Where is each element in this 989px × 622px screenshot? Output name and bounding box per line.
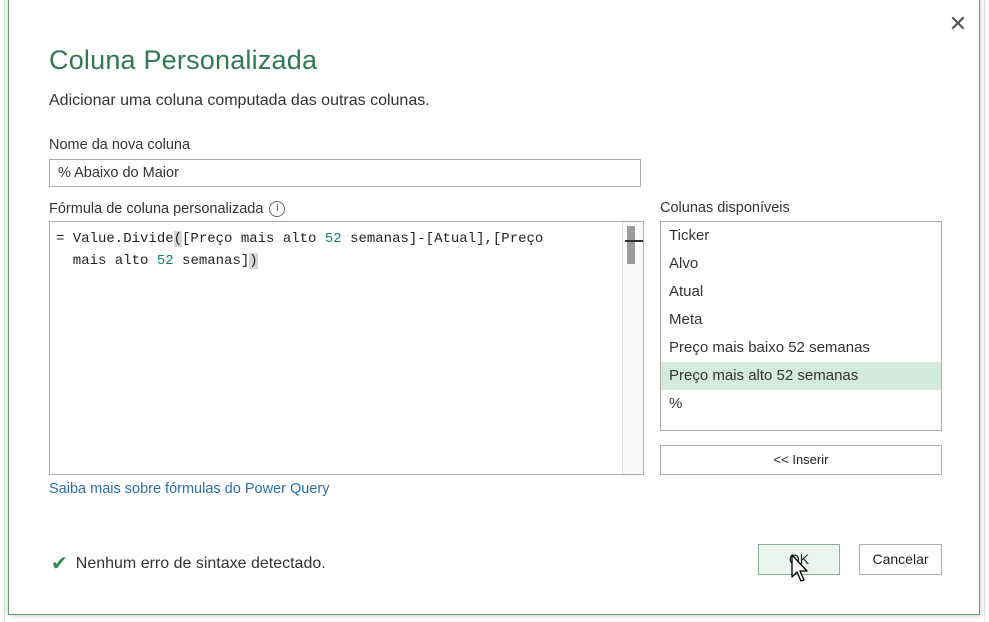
close-icon: ✕ [948,11,968,36]
available-columns-list[interactable]: Ticker Alvo Atual Meta Preço mais baixo … [660,221,942,431]
custom-column-dialog: ✕ Coluna Personalizada Adicionar uma col… [8,0,980,615]
list-item[interactable]: Meta [661,306,941,334]
dialog-title: Coluna Personalizada [49,45,318,75]
mouse-pointer-icon [791,554,808,582]
formula-label-row: Fórmula de coluna personalizada i [49,201,286,218]
list-item[interactable]: Preço mais baixo 52 semanas [661,334,941,362]
name-field-label: Nome da nova coluna [49,137,191,153]
formula-editor[interactable]: = Value.Divide([Preço mais alto 52 seman… [49,221,644,475]
available-columns-label: Colunas disponíveis [660,200,790,216]
grid-line [4,0,5,622]
list-item[interactable]: Alvo [661,250,941,278]
info-icon[interactable]: i [269,201,286,218]
status-text: Nenhum erro de sintaxe detectado. [75,555,326,572]
grid-line [984,0,985,622]
formula-label: Fórmula de coluna personalizada [49,201,264,217]
formula-scrollbar[interactable] [622,222,643,474]
check-icon: ✔ [51,553,68,575]
list-item-selected[interactable]: Preço mais alto 52 semanas [661,362,941,390]
learn-more-link[interactable]: Saiba mais sobre fórmulas do Power Query [49,481,329,497]
dialog-subtitle: Adicionar uma coluna computada das outra… [49,92,430,109]
syntax-status: ✔ Nenhum erro de sintaxe detectado. [51,551,326,576]
close-button[interactable]: ✕ [947,13,969,35]
list-item[interactable]: Atual [661,278,941,306]
column-name-input[interactable] [49,159,641,187]
insert-button[interactable]: << Inserir [660,445,942,475]
text-cursor-marker [625,240,643,242]
list-item[interactable]: % [661,390,941,418]
bracket-match: ) [249,253,258,269]
cancel-button[interactable]: Cancelar [859,544,942,575]
list-item[interactable]: Ticker [661,222,941,250]
formula-text[interactable]: = Value.Divide([Preço mais alto 52 seman… [56,228,616,272]
scrollbar-thumb[interactable] [627,226,635,264]
bracket-match: ( [173,231,183,247]
